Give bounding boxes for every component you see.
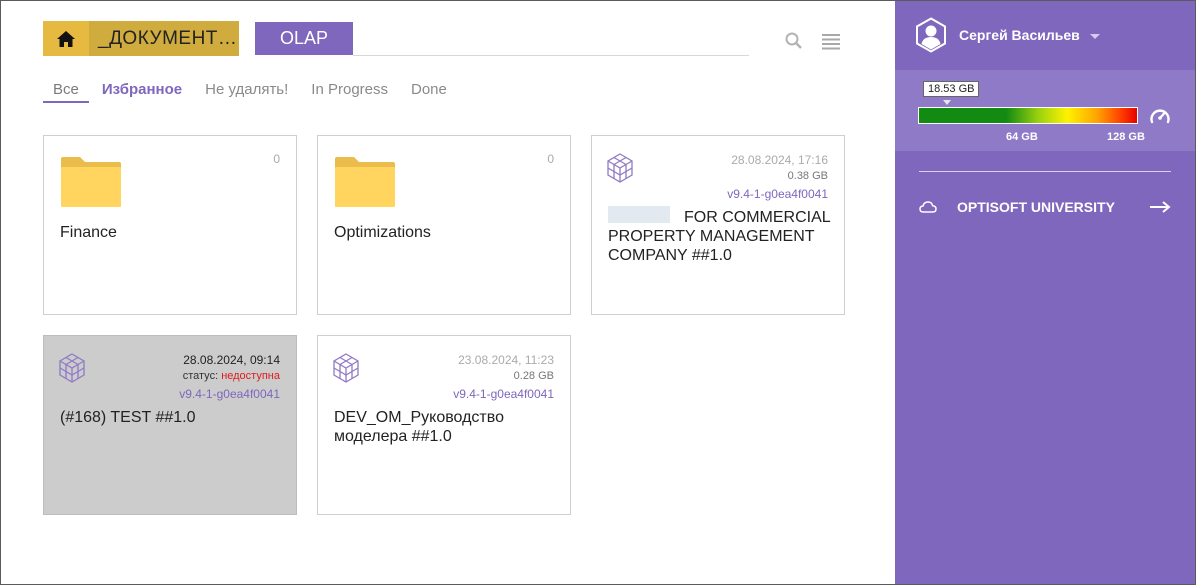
user-menu[interactable]: Сергей Васильев xyxy=(915,17,1100,53)
search-icon[interactable] xyxy=(784,31,804,51)
model-version: v9.4-1-g0ea4f0041 xyxy=(453,387,554,401)
main-area: _ДОКУМЕНТ… OLAP Все Избранное Не удалять… xyxy=(1,1,895,584)
memory-mark-128: 128 GB xyxy=(1107,131,1145,143)
sidebar-divider xyxy=(919,171,1171,172)
filter-tabs: Все Избранное Не удалять! In Progress Do… xyxy=(43,77,470,103)
card-title: Finance xyxy=(60,224,117,241)
memory-mark-64: 64 GB xyxy=(1006,131,1038,143)
tab-in-progress[interactable]: In Progress xyxy=(311,77,388,103)
olap-button[interactable]: OLAP xyxy=(255,22,353,55)
chevron-down-icon xyxy=(1089,33,1100,39)
tab-do-not-delete[interactable]: Не удалять! xyxy=(205,77,288,103)
redacted-block xyxy=(608,206,670,224)
card-title: Optimizations xyxy=(334,224,431,241)
tab-favorites[interactable]: Избранное xyxy=(102,77,182,103)
card-title: DEV_OM_Руководство моделера ##1.0 xyxy=(334,409,504,445)
speedometer-icon[interactable] xyxy=(1149,107,1171,125)
memory-used-tooltip: 18.53 GB xyxy=(923,81,980,97)
memory-pointer xyxy=(943,100,952,105)
tab-all[interactable]: Все xyxy=(43,77,89,103)
model-status: статус: недоступна xyxy=(182,370,280,382)
user-avatar-icon xyxy=(916,17,946,53)
link-label: OPTISOFT UNIVERSITY xyxy=(957,199,1115,215)
home-icon xyxy=(57,30,75,47)
folder-card-finance[interactable]: 0 Finance xyxy=(43,135,297,315)
user-name: Сергей Васильев xyxy=(959,27,1080,43)
home-button[interactable] xyxy=(43,21,89,56)
cloud-icon xyxy=(919,201,937,213)
folder-icon xyxy=(61,157,121,207)
olap-cube-icon xyxy=(59,353,85,383)
model-card-commercial-property[interactable]: 28.08.2024, 17:16 0.38 GB v9.4-1-g0ea4f0… xyxy=(591,135,845,315)
arrow-right-icon xyxy=(1150,201,1171,213)
tab-done[interactable]: Done xyxy=(411,77,447,103)
model-date: 28.08.2024, 09:14 xyxy=(183,353,280,367)
card-title: (#168) TEST ##1.0 xyxy=(60,409,196,426)
olap-cube-icon xyxy=(333,353,359,383)
model-card-test[interactable]: 28.08.2024, 09:14 статус: недоступна v9.… xyxy=(43,335,297,515)
olap-cube-icon xyxy=(607,153,633,183)
folder-icon xyxy=(335,157,395,207)
optisoft-university-link[interactable]: OPTISOFT UNIVERSITY xyxy=(919,199,1171,215)
model-version: v9.4-1-g0ea4f0041 xyxy=(179,387,280,401)
memory-usage-bar xyxy=(918,107,1138,124)
model-date: 28.08.2024, 17:16 xyxy=(731,153,828,167)
model-size: 0.28 GB xyxy=(513,370,554,382)
model-version: v9.4-1-g0ea4f0041 xyxy=(727,187,828,201)
model-meta: 28.08.2024, 17:16 0.38 GB v9.4-1-g0ea4f0… xyxy=(727,152,828,202)
list-view-icon[interactable] xyxy=(821,31,841,51)
status-unavailable: недоступна xyxy=(221,370,280,382)
model-size: 0.38 GB xyxy=(787,170,828,182)
model-meta: 23.08.2024, 11:23 0.28 GB v9.4-1-g0ea4f0… xyxy=(453,352,554,402)
model-card-dev-om[interactable]: 23.08.2024, 11:23 0.28 GB v9.4-1-g0ea4f0… xyxy=(317,335,571,515)
search-input[interactable] xyxy=(353,55,749,56)
item-count: 0 xyxy=(547,152,554,166)
sidebar: Сергей Васильев 18.53 GB 64 GB 128 GB OP… xyxy=(895,1,1195,584)
breadcrumb-current-folder[interactable]: _ДОКУМЕНТ… xyxy=(89,21,239,56)
memory-usage-panel: 18.53 GB 64 GB 128 GB xyxy=(895,70,1195,151)
model-meta: 28.08.2024, 09:14 статус: недоступна v9.… xyxy=(179,352,280,402)
model-date: 23.08.2024, 11:23 xyxy=(458,353,554,367)
item-count: 0 xyxy=(273,152,280,166)
folder-card-optimizations[interactable]: 0 Optimizations xyxy=(317,135,571,315)
card-title: FOR COMMERCIAL PROPERTY MANAGEMENT COMPA… xyxy=(608,206,840,265)
